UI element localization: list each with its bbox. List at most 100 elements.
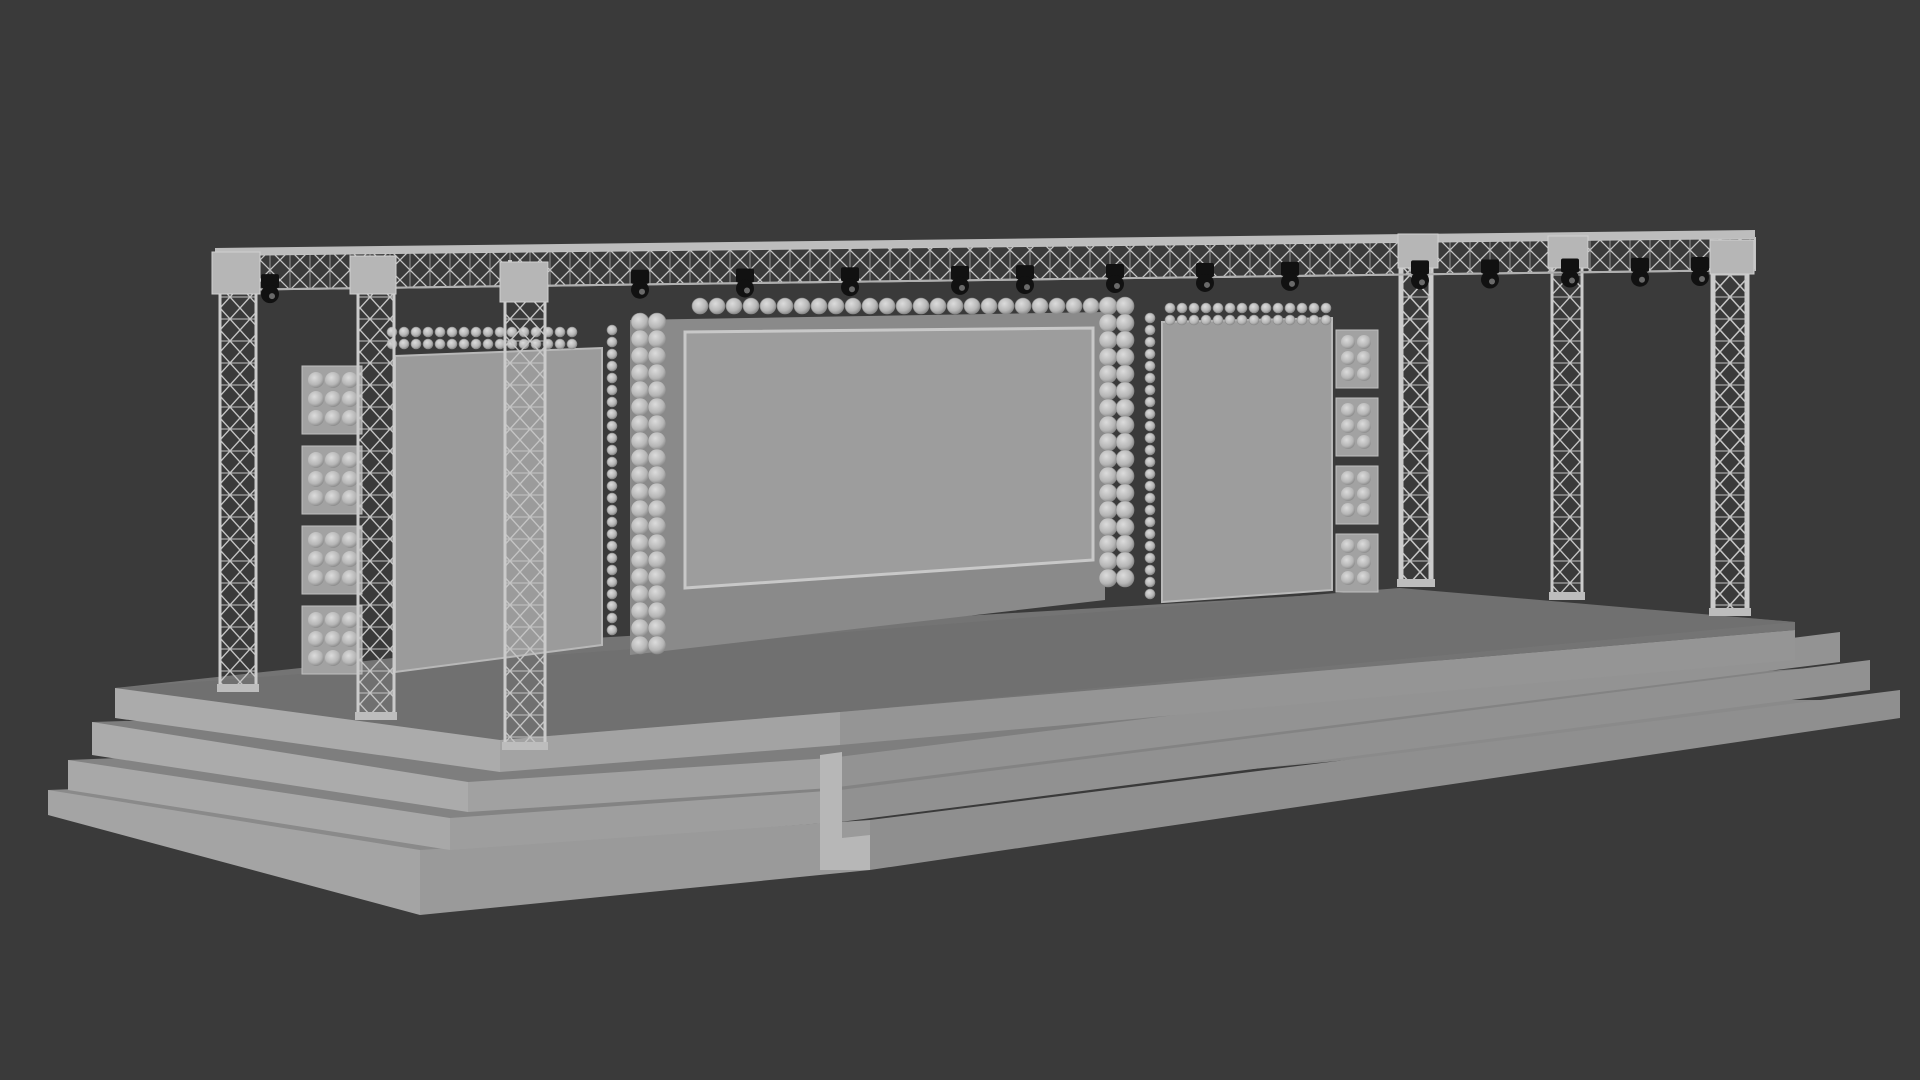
led-bulb	[606, 444, 618, 456]
led-bulb	[1341, 555, 1355, 569]
viewport-3d[interactable]	[0, 0, 1920, 1080]
led-bulb	[630, 380, 650, 400]
led-bulb	[470, 338, 482, 350]
led-bulb	[1357, 503, 1371, 517]
led-bulb	[630, 397, 650, 417]
led-bulb	[410, 338, 422, 350]
led-bulb	[606, 612, 618, 624]
led-bulb	[1144, 324, 1156, 336]
moving-head-lens-glint	[959, 284, 965, 291]
led-bulb	[1341, 539, 1355, 553]
led-bulb	[630, 414, 650, 434]
led-bulb	[1284, 314, 1296, 326]
led-bulb	[1144, 516, 1156, 528]
led-bulb	[308, 471, 324, 487]
led-bulb	[1098, 313, 1118, 333]
led-bulb	[1357, 539, 1371, 553]
led-bulb	[434, 338, 446, 350]
led-bulb	[1098, 432, 1118, 452]
moving-head-lens-glint	[269, 293, 275, 300]
led-bulb	[458, 326, 470, 338]
led-bulb	[342, 650, 358, 666]
led-bulb	[647, 550, 667, 570]
led-bulb	[1357, 487, 1371, 501]
led-bulb	[308, 631, 324, 647]
led-bulb	[647, 431, 667, 451]
led-bulb	[1082, 297, 1100, 315]
led-bulb	[963, 297, 981, 315]
led-bulb	[630, 482, 650, 502]
led-bulb	[630, 448, 650, 468]
led-bulb	[1144, 336, 1156, 348]
led-bulb	[1236, 302, 1248, 314]
truss-corner-box	[1709, 239, 1755, 275]
led-bulb	[308, 410, 324, 426]
led-bulb	[325, 372, 341, 388]
led-bulb	[325, 532, 341, 548]
led-bulb	[844, 297, 862, 315]
led-bulb	[1320, 314, 1332, 326]
led-bulb	[1357, 435, 1371, 449]
led-bulb	[1098, 449, 1118, 469]
led-bulb	[566, 326, 578, 338]
led-bulb	[1341, 571, 1355, 585]
led-bulb	[793, 297, 811, 315]
led-bulb	[1115, 330, 1135, 350]
led-bulb	[1115, 483, 1135, 503]
led-bulb	[1115, 347, 1135, 367]
led-bulb	[1341, 403, 1355, 417]
led-bulb	[1341, 435, 1355, 449]
led-bulb	[1098, 517, 1118, 537]
led-bulb	[554, 326, 566, 338]
led-bulb	[630, 346, 650, 366]
led-bulb	[606, 576, 618, 588]
led-bulb	[410, 326, 422, 338]
led-bulb	[1341, 367, 1355, 381]
led-bulb	[1260, 302, 1272, 314]
moving-head-lens-glint	[1639, 276, 1645, 283]
led-bulb	[325, 471, 341, 487]
led-bulb	[1144, 312, 1156, 324]
led-bulb	[1212, 302, 1224, 314]
led-bulb	[325, 612, 341, 628]
led-bulb	[1224, 302, 1236, 314]
right-back-screen	[1161, 316, 1333, 604]
led-bulb	[827, 297, 845, 315]
led-bulb	[606, 516, 618, 528]
led-bulb	[997, 297, 1015, 315]
led-bulb	[342, 570, 358, 586]
led-bulb	[647, 584, 667, 604]
led-bulb	[1357, 555, 1371, 569]
led-bulb	[606, 324, 618, 336]
led-bulb	[1357, 571, 1371, 585]
moving-head-lens-glint	[1569, 277, 1575, 284]
led-bulb	[1098, 534, 1118, 554]
led-bulb	[630, 312, 650, 332]
vertical-truss	[505, 285, 545, 748]
led-bulb	[878, 297, 896, 315]
led-bulb	[630, 533, 650, 553]
led-bulb	[1115, 449, 1135, 469]
led-bulb	[1308, 314, 1320, 326]
vertical-truss	[1402, 258, 1432, 585]
led-bulb	[1144, 360, 1156, 372]
led-bulb	[759, 297, 777, 315]
led-bulb	[1098, 381, 1118, 401]
led-bulb	[895, 297, 913, 315]
led-bulb	[630, 363, 650, 383]
led-bulb	[647, 380, 667, 400]
led-bulb	[1144, 552, 1156, 564]
led-bulb	[1144, 372, 1156, 384]
led-bulb	[308, 452, 324, 468]
led-bulb	[308, 391, 324, 407]
led-bulb	[630, 499, 650, 519]
led-bulb	[1144, 528, 1156, 540]
led-bulb	[1200, 314, 1212, 326]
led-bulb	[708, 297, 726, 315]
led-bulb	[1144, 384, 1156, 396]
led-bulb	[630, 601, 650, 621]
led-bulb	[1176, 302, 1188, 314]
led-bulb	[1188, 314, 1200, 326]
led-bulb	[308, 532, 324, 548]
vertical-truss	[358, 280, 394, 718]
